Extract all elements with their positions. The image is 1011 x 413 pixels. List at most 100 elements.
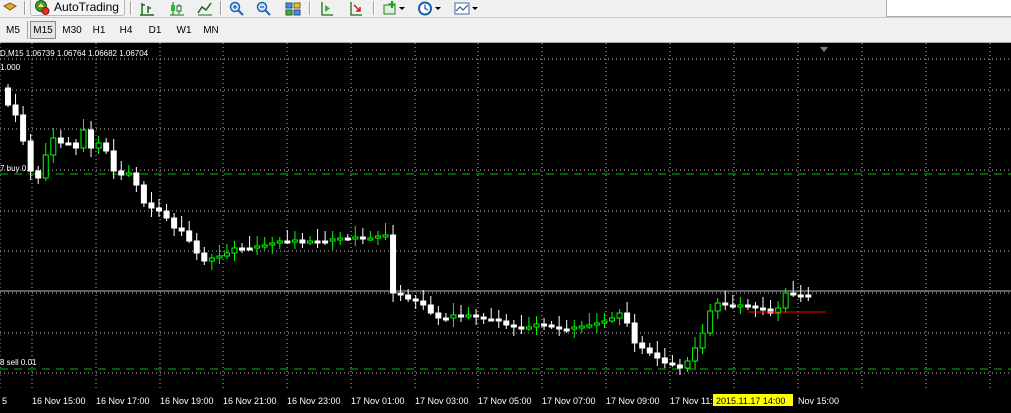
- candle-body: [95, 142, 102, 149]
- candle-body: [397, 292, 404, 296]
- tile-windows-icon[interactable]: [284, 0, 302, 16]
- time-axis-label: 17 Nov 05:00: [478, 396, 532, 406]
- bar-chart-icon[interactable]: [138, 0, 156, 16]
- timeframe-m30[interactable]: M30: [58, 21, 86, 39]
- toolbar-separator: [220, 1, 222, 15]
- candle-body: [239, 247, 246, 251]
- candle-body: [495, 318, 502, 322]
- candle-body: [276, 240, 283, 244]
- autotrading-icon: [35, 0, 50, 15]
- candle-body: [593, 322, 600, 326]
- candle-body: [601, 320, 608, 324]
- candle-body: [631, 322, 638, 344]
- candle-body: [669, 362, 676, 366]
- autotrading-button[interactable]: AutoTrading: [30, 0, 125, 16]
- candle-body: [208, 257, 215, 262]
- candle-body: [646, 347, 653, 354]
- time-axis-label: 16 Nov 23:00: [287, 396, 341, 406]
- chevron-down-icon[interactable]: [471, 0, 479, 16]
- candle-body: [510, 324, 517, 328]
- candle-body: [790, 292, 797, 296]
- candle-body: [639, 342, 646, 349]
- open-folder-icon[interactable]: [1, 0, 19, 16]
- candle-body: [616, 312, 623, 319]
- candle-body: [246, 247, 253, 251]
- line-chart-icon[interactable]: [196, 0, 214, 16]
- timeframe-d1[interactable]: D1: [144, 21, 166, 39]
- candle-body: [163, 210, 170, 219]
- candle-body: [744, 304, 751, 308]
- timeframe-m5[interactable]: M5: [2, 21, 24, 39]
- toolbar-separator: [130, 1, 132, 15]
- sell-order-label: 8 sell 0.01: [0, 358, 37, 367]
- candle-body: [760, 307, 766, 311]
- search-input[interactable]: [886, 0, 1011, 17]
- candle-body: [367, 237, 374, 241]
- candle-body: [518, 326, 525, 330]
- candle-body: [533, 323, 540, 328]
- candle-body: [420, 300, 427, 306]
- toolbar-separator: [27, 21, 28, 39]
- toolbar-separator: [373, 1, 375, 15]
- candle-body: [805, 294, 812, 298]
- templates-icon[interactable]: [453, 0, 471, 16]
- candle-body: [699, 332, 706, 349]
- candle-body: [722, 302, 729, 306]
- candle-body: [661, 357, 668, 364]
- candle-body: [503, 320, 510, 326]
- candle-body: [261, 244, 268, 248]
- chart-canvas: 5 16 Nov 15:00 16 Nov 17:00 16 Nov 19:00 16 …: [0, 43, 1011, 406]
- candle-body: [578, 325, 585, 329]
- zoom-in-icon[interactable]: [228, 0, 246, 16]
- candle-body: [156, 207, 162, 212]
- candle-body: [405, 294, 412, 300]
- timeframe-mn[interactable]: MN: [199, 21, 223, 39]
- candle-body: [473, 314, 480, 318]
- candle-body: [5, 87, 11, 106]
- candle-body: [782, 292, 789, 309]
- candle-body: [556, 326, 563, 330]
- price-chart[interactable]: 5 16 Nov 15:00 16 Nov 17:00 16 Nov 19:00 16 …: [0, 43, 1011, 413]
- autotrading-label: AutoTrading: [54, 0, 119, 14]
- candle-body: [427, 304, 434, 314]
- candle-body: [359, 236, 366, 240]
- candle-body: [707, 310, 714, 334]
- chevron-down-icon[interactable]: [398, 0, 406, 16]
- timeframe-h4[interactable]: H4: [115, 21, 137, 39]
- candle-body: [654, 352, 661, 359]
- candle-body: [458, 314, 464, 318]
- candle-body: [676, 364, 683, 369]
- candle-body: [563, 328, 570, 332]
- candle-body: [103, 142, 110, 152]
- candle-body: [344, 237, 351, 241]
- candle-body: [412, 298, 419, 302]
- candlestick-chart-icon[interactable]: [168, 0, 186, 16]
- zoom-out-icon[interactable]: [255, 0, 273, 16]
- candle-body: [110, 150, 117, 172]
- candle-body: [525, 326, 532, 330]
- chart-shift-icon[interactable]: [318, 0, 336, 16]
- chevron-down-icon[interactable]: [434, 0, 442, 16]
- candle-body: [737, 304, 744, 308]
- timeframe-toolbar: M5 M15 M30 H1 H4 D1 W1 MN: [0, 18, 1011, 43]
- time-axis-label: 17 Nov 09:00: [606, 396, 660, 406]
- timeframe-m15[interactable]: M15: [30, 21, 56, 39]
- crosshair-time-label: 2015.11.17 14:00: [716, 396, 785, 406]
- timeframe-w1[interactable]: W1: [172, 21, 196, 39]
- candle-body: [125, 172, 132, 176]
- candle-body: [374, 235, 381, 239]
- candle-body: [50, 137, 57, 156]
- toolbar-separator: [309, 1, 311, 15]
- candle-body: [571, 326, 578, 330]
- time-axis-label: 17 Nov 01:00: [351, 396, 405, 406]
- candle-body: [299, 239, 306, 244]
- candle-body: [329, 238, 336, 242]
- candle-body: [216, 255, 223, 259]
- candle-body: [465, 314, 472, 318]
- timeframe-h1[interactable]: H1: [88, 21, 110, 39]
- autoscroll-icon[interactable]: [347, 0, 365, 16]
- new-order-icon[interactable]: [381, 0, 399, 16]
- periods-clock-icon[interactable]: [416, 0, 434, 16]
- chart-shift-marker: [820, 47, 828, 52]
- candle-body: [488, 318, 495, 322]
